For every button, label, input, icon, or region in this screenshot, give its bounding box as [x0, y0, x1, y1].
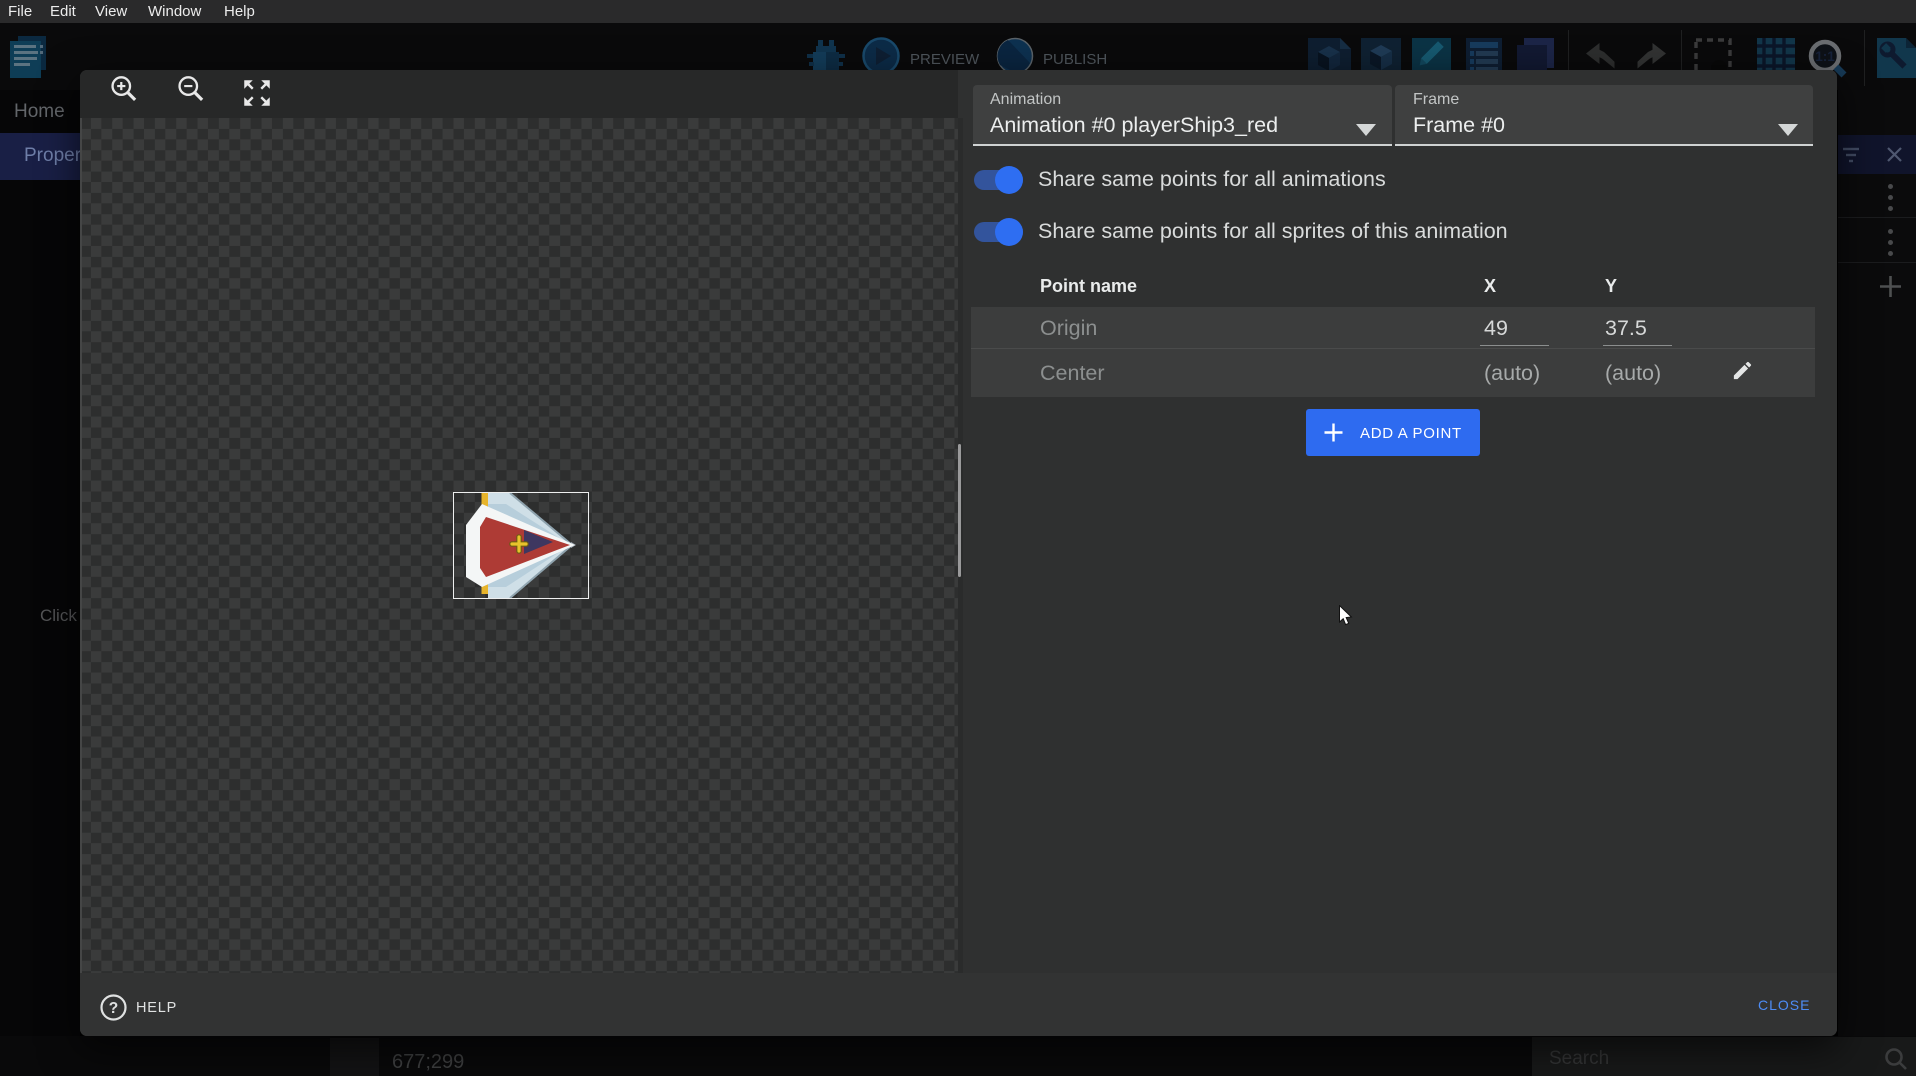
svg-text:?: ? — [109, 1000, 118, 1017]
